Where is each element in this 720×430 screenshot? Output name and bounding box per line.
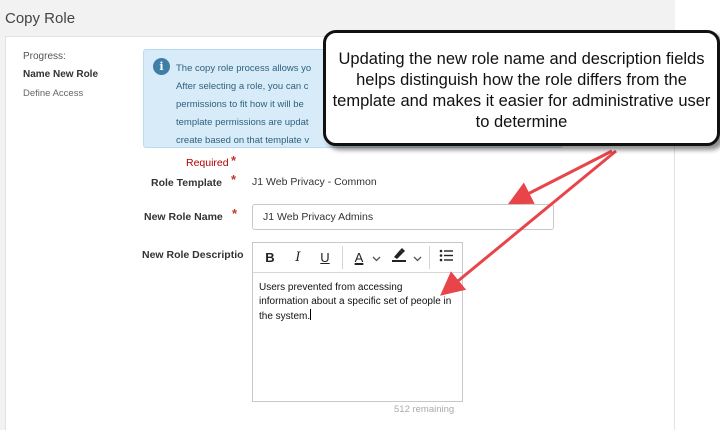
callout-box: Updating the new role name and descripti… xyxy=(323,30,720,146)
arrow-to-description xyxy=(440,149,617,296)
callout-text: Updating the new role name and descripti… xyxy=(332,50,711,131)
